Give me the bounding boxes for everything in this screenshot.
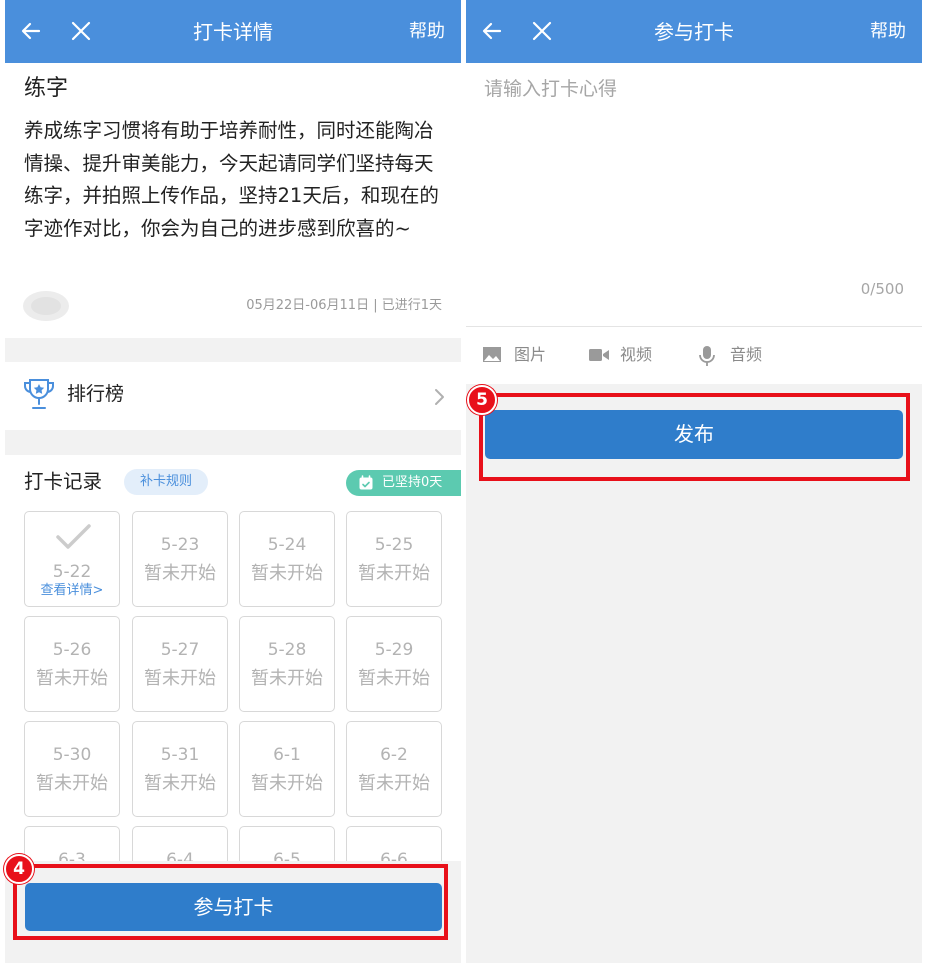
checkmark-icon bbox=[56, 524, 91, 549]
day-status: 暂未开始 bbox=[144, 563, 216, 584]
video-icon bbox=[589, 349, 609, 361]
day-date: 6-1 bbox=[273, 745, 301, 765]
day-status: 暂未开始 bbox=[251, 563, 323, 584]
help-link[interactable]: 帮助 bbox=[409, 19, 445, 45]
day-cell[interactable]: 5-25 暂未开始 bbox=[346, 511, 442, 607]
day-date: 5-23 bbox=[160, 535, 200, 555]
close-icon[interactable] bbox=[530, 19, 554, 43]
records-title: 打卡记录 bbox=[24, 470, 103, 493]
day-cell[interactable]: 5-24 暂未开始 bbox=[239, 511, 335, 607]
day-status: 暂未开始 bbox=[144, 668, 216, 689]
day-cell[interactable]: 6-3 bbox=[24, 826, 120, 861]
step-marker-4: 4 bbox=[4, 854, 34, 884]
day-cell[interactable]: 6-1 暂未开始 bbox=[239, 721, 335, 817]
day-date: 6-5 bbox=[273, 850, 301, 861]
day-date: 5-30 bbox=[52, 745, 92, 765]
ranking-label: 排行榜 bbox=[67, 383, 125, 405]
add-audio-button[interactable]: 音频 bbox=[698, 343, 768, 367]
image-icon bbox=[483, 347, 501, 362]
persist-days-badge: 已坚持0天 bbox=[346, 470, 461, 496]
back-arrow-icon[interactable] bbox=[480, 19, 504, 43]
day-cell[interactable]: 5-23 暂未开始 bbox=[132, 511, 228, 607]
checkin-calendar-grid: 5-22 查看详情> 5-23 暂未开始 5-24 暂未开始 5-25 暂未开始 5-… bbox=[24, 511, 444, 861]
day-cell[interactable]: 5-30 暂未开始 bbox=[24, 721, 120, 817]
day-date: 6-4 bbox=[166, 850, 194, 861]
step-marker-5: 5 bbox=[467, 385, 497, 415]
day-cell[interactable]: 6-6 bbox=[346, 826, 442, 861]
day-cell[interactable]: 5-22 查看详情> bbox=[24, 511, 120, 607]
media-toolbar: 图片 视频 音频 bbox=[466, 327, 922, 384]
day-status: 暂未开始 bbox=[358, 563, 430, 584]
close-icon[interactable] bbox=[69, 19, 93, 43]
day-date: 6-2 bbox=[380, 745, 408, 765]
day-date: 5-27 bbox=[160, 640, 200, 660]
microphone-icon bbox=[699, 346, 715, 366]
view-detail-link[interactable]: 查看详情> bbox=[25, 583, 119, 599]
ranking-row[interactable]: 排行榜 bbox=[5, 362, 461, 430]
day-cell[interactable]: 5-26 暂未开始 bbox=[24, 616, 120, 712]
day-status: 暂未开始 bbox=[358, 773, 430, 794]
section-divider bbox=[5, 338, 461, 362]
add-audio-label: 音频 bbox=[730, 345, 763, 364]
day-status: 暂未开始 bbox=[36, 773, 108, 794]
join-topbar: 参与打卡 帮助 bbox=[466, 0, 922, 63]
makeup-rule-button[interactable]: 补卡规则 bbox=[124, 469, 208, 495]
participant-avatar bbox=[23, 291, 69, 321]
day-cell[interactable]: 6-5 bbox=[239, 826, 335, 861]
day-date: 5-22 bbox=[52, 562, 92, 582]
trophy-icon bbox=[24, 379, 54, 409]
day-cell[interactable]: 5-28 暂未开始 bbox=[239, 616, 335, 712]
day-date: 5-24 bbox=[267, 535, 307, 555]
day-status: 暂未开始 bbox=[36, 668, 108, 689]
add-image-label: 图片 bbox=[514, 345, 547, 364]
char-counter: 0/500 bbox=[860, 280, 904, 298]
day-cell[interactable]: 5-29 暂未开始 bbox=[346, 616, 442, 712]
persist-days-text: 已坚持0天 bbox=[382, 475, 443, 490]
day-cell[interactable]: 5-27 暂未开始 bbox=[132, 616, 228, 712]
highlight-join-button bbox=[13, 864, 448, 940]
checkin-note-input[interactable] bbox=[484, 75, 904, 265]
add-video-button[interactable]: 视频 bbox=[588, 343, 658, 367]
day-date: 5-26 bbox=[52, 640, 92, 660]
add-image-button[interactable]: 图片 bbox=[482, 343, 552, 367]
day-date: 5-31 bbox=[160, 745, 200, 765]
day-cell[interactable]: 6-2 暂未开始 bbox=[346, 721, 442, 817]
task-title: 练字 bbox=[24, 76, 69, 101]
note-area: 0/500 bbox=[466, 63, 922, 326]
calendar-check-icon bbox=[359, 475, 373, 490]
day-date: 6-3 bbox=[58, 850, 86, 861]
day-status: 暂未开始 bbox=[251, 773, 323, 794]
chevron-right-icon bbox=[435, 389, 444, 405]
day-status: 暂未开始 bbox=[358, 668, 430, 689]
day-date: 5-29 bbox=[374, 640, 414, 660]
task-description: 养成练字习惯将有助于培养耐性，同时还能陶冶情操、提升审美能力，今天起请同学们坚持… bbox=[24, 119, 439, 240]
detail-topbar: 打卡详情 帮助 bbox=[5, 0, 461, 63]
checkin-detail-screen: 打卡详情 帮助 练字 养成练字习惯将有助于培养耐性，同时还能陶冶情操、提升审美能… bbox=[5, 0, 461, 963]
day-cell[interactable]: 5-31 暂未开始 bbox=[132, 721, 228, 817]
day-status: 暂未开始 bbox=[144, 773, 216, 794]
section-divider bbox=[5, 430, 461, 455]
day-cell[interactable]: 6-4 bbox=[132, 826, 228, 861]
back-arrow-icon[interactable] bbox=[19, 19, 43, 43]
highlight-publish-button bbox=[479, 393, 910, 481]
join-checkin-screen: 参与打卡 帮助 0/500 图片 视频 音频 发布 bbox=[466, 0, 922, 963]
help-link[interactable]: 帮助 bbox=[870, 19, 906, 45]
day-status: 暂未开始 bbox=[251, 668, 323, 689]
add-video-label: 视频 bbox=[620, 345, 653, 364]
day-date: 6-6 bbox=[380, 850, 408, 861]
day-date: 5-25 bbox=[374, 535, 414, 555]
day-date: 5-28 bbox=[267, 640, 307, 660]
task-date-range: 05月22日-06月11日 | 已进行1天 bbox=[246, 298, 442, 313]
